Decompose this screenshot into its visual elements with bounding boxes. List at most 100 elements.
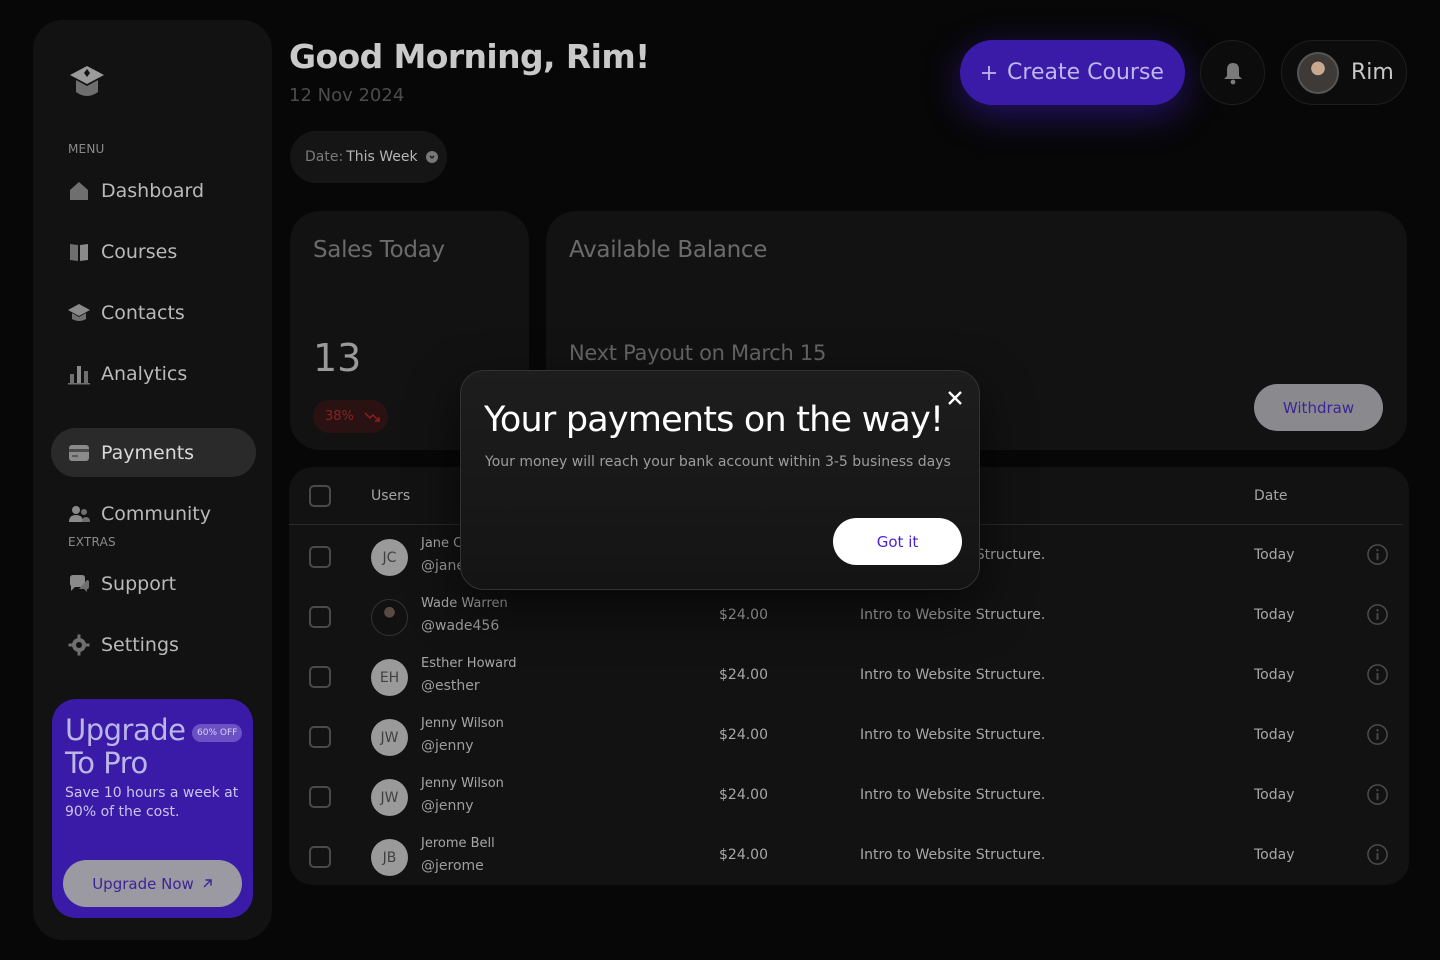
discount-badge: 60% OFF — [192, 724, 243, 742]
table-row[interactable]: JB Jerome Bell @jerome $24.00 Intro to Websi… — [289, 826, 1409, 886]
course-name: Intro to Website Structure. — [860, 727, 1046, 743]
graduation-cap-icon — [68, 303, 90, 321]
avatar: JW — [371, 719, 408, 756]
user-name: Rim — [1351, 60, 1394, 85]
payment-date: Today — [1254, 667, 1295, 683]
select-all-checkbox[interactable] — [309, 485, 331, 507]
sidebar-item-dashboard[interactable]: Dashboard — [51, 166, 256, 215]
user-name: Jerome Bell — [421, 836, 495, 851]
payment-amount: $24.00 — [719, 727, 768, 743]
sidebar-item-label: Dashboard — [101, 179, 205, 202]
sidebar-item-label: Contacts — [101, 301, 185, 324]
info-icon[interactable] — [1366, 723, 1389, 746]
payment-date: Today — [1254, 547, 1295, 563]
sidebar-item-courses[interactable]: Courses — [51, 227, 256, 276]
sidebar-item-label: Courses — [101, 240, 178, 263]
sidebar-item-payments[interactable]: Payments — [51, 428, 256, 477]
avatar — [1297, 51, 1339, 94]
user-handle: @jenny — [421, 798, 474, 814]
bar-chart-icon — [68, 365, 90, 384]
table-row[interactable]: EH Esther Howard @esther $24.00 Intro to Web… — [289, 646, 1409, 706]
payment-date: Today — [1254, 787, 1295, 803]
sidebar-item-settings[interactable]: Settings — [51, 620, 256, 669]
user-handle: @esther — [421, 678, 480, 694]
sidebar-item-label: Payments — [101, 441, 195, 464]
chat-icon — [70, 574, 89, 592]
course-name: Intro to Website Structure. — [860, 847, 1046, 863]
table-row[interactable]: JW Jenny Wilson @jenny $24.00 Intro to Websi… — [289, 766, 1409, 826]
user-handle: @wade456 — [421, 618, 500, 634]
payment-date: Today — [1254, 847, 1295, 863]
user-name: Jenny Wilson — [421, 716, 504, 731]
sales-today-value: 13 — [313, 336, 362, 380]
gear-icon — [68, 634, 90, 655]
sidebar-item-community[interactable]: Community — [51, 489, 256, 538]
sales-change-badge: 38% — [313, 400, 388, 433]
avatar — [371, 599, 408, 636]
info-icon[interactable] — [1366, 663, 1389, 686]
avatar: JW — [371, 779, 408, 816]
user-profile-button[interactable]: Rim — [1281, 40, 1407, 105]
row-checkbox[interactable] — [309, 726, 331, 748]
row-checkbox[interactable] — [309, 666, 331, 688]
info-icon[interactable] — [1366, 603, 1389, 626]
sidebar-item-contacts[interactable]: Contacts — [51, 288, 256, 337]
avatar: JB — [371, 839, 408, 876]
card-icon — [69, 444, 89, 461]
plus-icon — [982, 65, 997, 80]
create-course-button[interactable]: Create Course — [960, 40, 1185, 105]
payment-amount: $24.00 — [719, 607, 768, 623]
row-checkbox[interactable] — [309, 786, 331, 808]
upgrade-promo-card: Upgrade To Pro 60% OFF Save 10 hours a w… — [52, 699, 253, 918]
create-course-label: Create Course — [1007, 60, 1164, 85]
notifications-button[interactable] — [1200, 40, 1265, 105]
row-checkbox[interactable] — [309, 546, 331, 568]
available-balance-title: Available Balance — [569, 237, 768, 263]
row-checkbox[interactable] — [309, 606, 331, 628]
info-icon[interactable] — [1366, 843, 1389, 866]
sidebar: MENU Dashboard Courses Contacts Analytic… — [33, 20, 272, 940]
modal-title: Your payments on the way! — [484, 400, 944, 440]
sidebar-item-label: Community — [101, 502, 211, 525]
upgrade-now-label: Upgrade Now — [92, 874, 194, 893]
upgrade-now-button[interactable]: Upgrade Now — [63, 860, 242, 907]
home-icon — [70, 181, 88, 200]
users-column-header: Users — [371, 488, 411, 504]
table-row[interactable]: Wade Warren @wade456 $24.00 Intro to Websit… — [289, 586, 1409, 646]
got-it-button[interactable]: Got it — [833, 518, 962, 565]
sidebar-item-analytics[interactable]: Analytics — [51, 349, 256, 398]
user-handle: @jane — [421, 558, 465, 574]
promo-description: Save 10 hours a week at 90% of the cost. — [65, 785, 239, 820]
avatar: JC — [371, 539, 408, 576]
modal-message: Your money will reach your bank account … — [485, 454, 951, 470]
menu-section-label: MENU — [68, 142, 105, 156]
payment-amount: $24.00 — [719, 667, 768, 683]
greeting-title: Good Morning, Rim! — [289, 37, 650, 76]
promo-title: Upgrade To Pro — [65, 713, 186, 780]
user-name: Jenny Wilson — [421, 776, 504, 791]
user-handle: @jerome — [421, 858, 484, 874]
withdraw-button[interactable]: Withdraw — [1254, 384, 1383, 431]
payment-amount: $24.00 — [719, 787, 768, 803]
sidebar-item-support[interactable]: Support — [51, 559, 256, 608]
row-checkbox[interactable] — [309, 846, 331, 868]
book-icon — [70, 243, 88, 261]
info-icon[interactable] — [1366, 543, 1389, 566]
sales-change-value: 38% — [325, 409, 354, 424]
extras-section-label: EXTRAS — [68, 535, 116, 549]
user-name: Esther Howard — [421, 656, 517, 671]
next-payout-text: Next Payout on March 15 — [569, 341, 827, 365]
close-icon[interactable] — [945, 388, 965, 408]
sales-today-title: Sales Today — [313, 237, 445, 263]
table-row[interactable]: JW Jenny Wilson @jenny $24.00 Intro to Websi… — [289, 706, 1409, 766]
info-icon[interactable] — [1366, 783, 1389, 806]
logo-icon[interactable] — [67, 62, 107, 104]
sidebar-item-label: Support — [101, 572, 177, 595]
date-filter-value: This Week — [346, 149, 418, 165]
sidebar-item-label: Analytics — [101, 362, 188, 385]
payment-date: Today — [1254, 727, 1295, 743]
user-handle: @jenny — [421, 738, 474, 754]
date-filter-key: Date: — [305, 149, 344, 165]
bell-icon — [1223, 62, 1242, 84]
date-filter-dropdown[interactable]: Date: This Week — [290, 131, 447, 183]
